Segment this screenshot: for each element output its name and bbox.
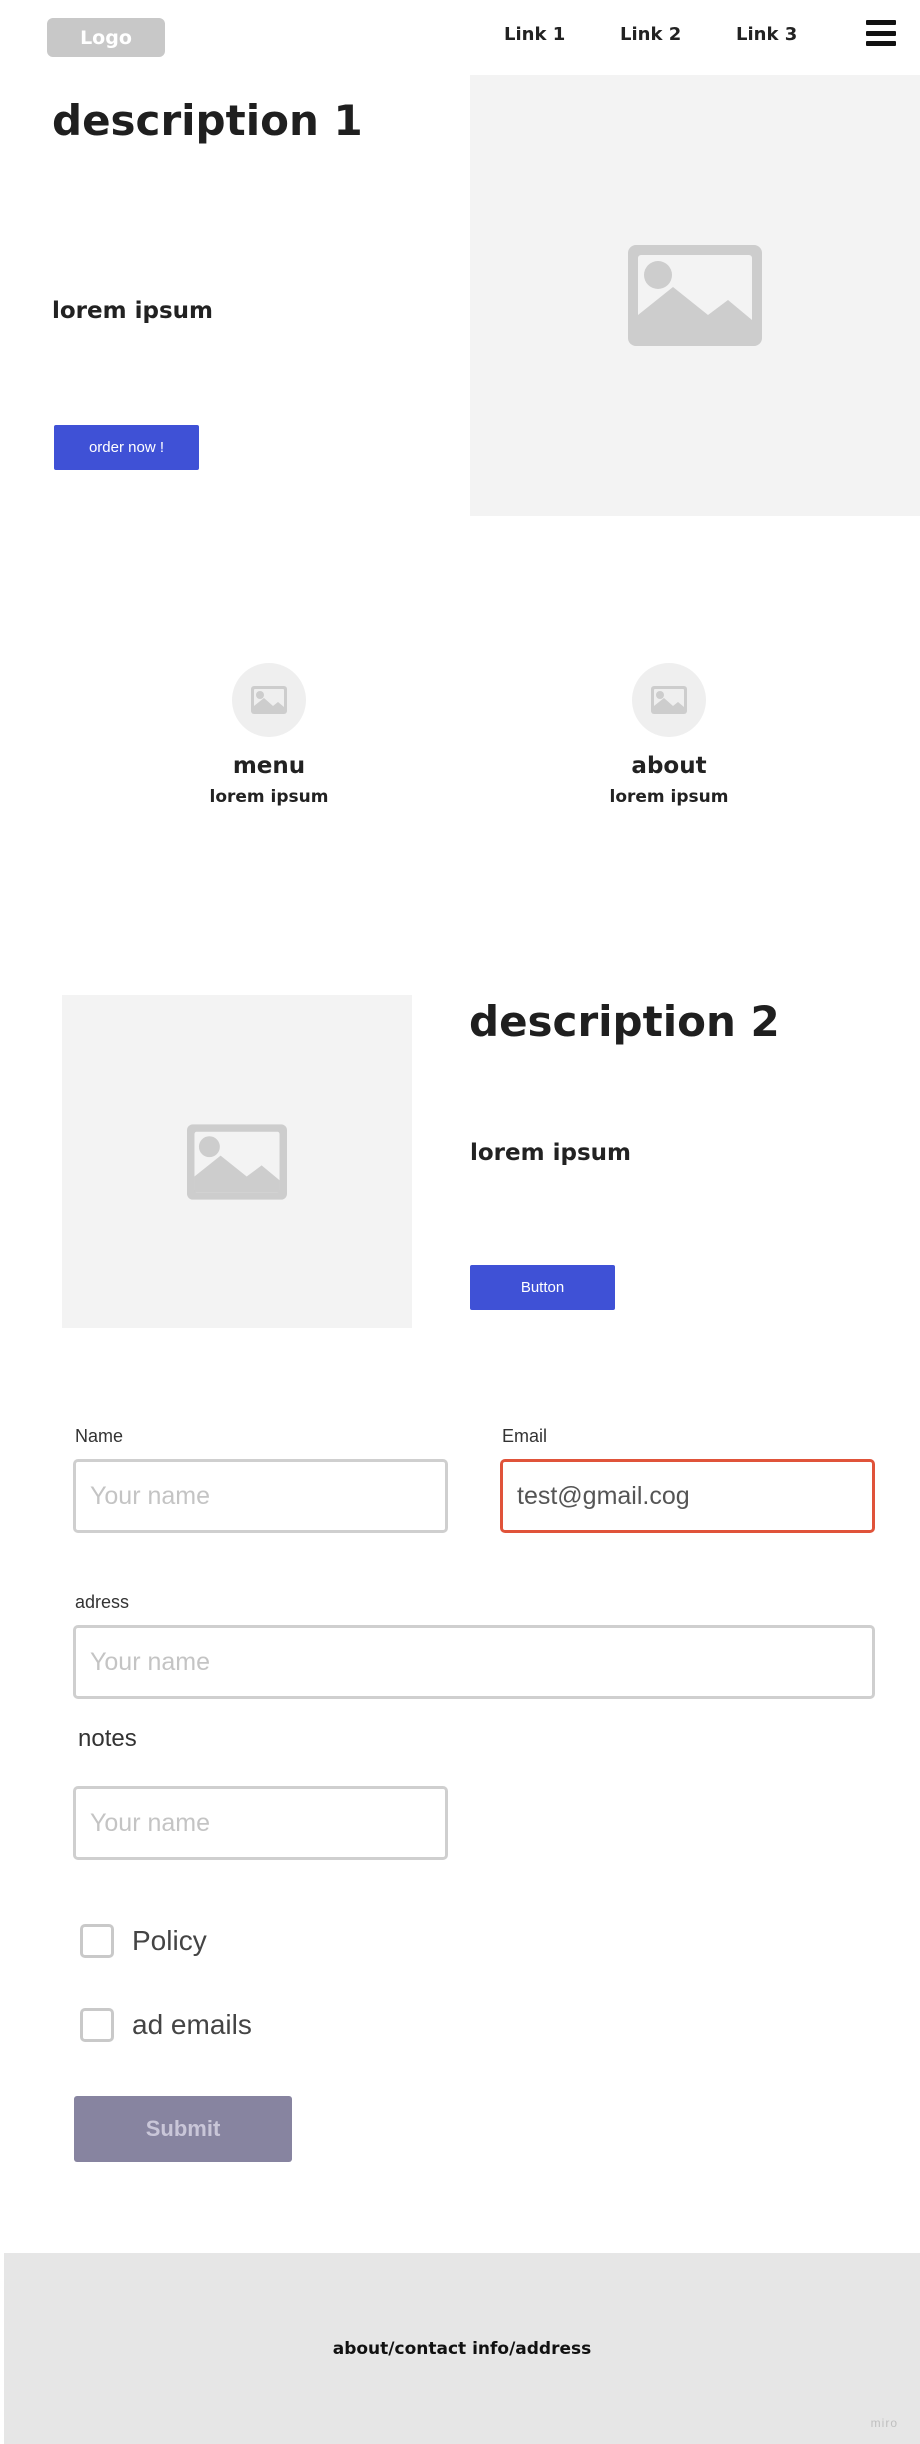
logo[interactable]: Logo: [47, 18, 165, 57]
policy-checkbox-label: Policy: [132, 1925, 207, 1956]
hamburger-icon[interactable]: [866, 18, 896, 48]
feature-menu-title: menu: [232, 753, 306, 779]
image-placeholder-icon: [628, 245, 762, 346]
section2-subtitle: lorem ipsum: [470, 1140, 631, 1166]
feature-menu-icon-wrap: [232, 663, 306, 737]
policy-checkbox-row[interactable]: Policy: [80, 1924, 207, 1958]
feature-about[interactable]: about lorem ipsum: [519, 663, 819, 807]
footer: about/contact info/address miro: [4, 2253, 920, 2444]
ad-emails-checkbox-label: ad emails: [132, 2009, 252, 2040]
nav-link-3[interactable]: Link 3: [736, 24, 797, 45]
image-icon: [651, 686, 687, 714]
image-icon: [251, 686, 287, 714]
order-now-button[interactable]: order now !: [54, 425, 199, 470]
name-input[interactable]: [73, 1459, 448, 1533]
address-input[interactable]: [73, 1625, 875, 1699]
submit-button[interactable]: Submit: [74, 2096, 292, 2162]
name-label: Name: [75, 1426, 124, 1446]
feature-menu[interactable]: menu lorem ipsum: [119, 663, 419, 807]
ad-emails-checkbox[interactable]: [80, 2008, 114, 2042]
hero-title: description 1: [52, 96, 363, 145]
hero-subtitle: lorem ipsum: [52, 298, 213, 324]
feature-about-icon-wrap: [632, 663, 706, 737]
policy-checkbox[interactable]: [80, 1924, 114, 1958]
section2-title: description 2: [469, 997, 780, 1046]
image-placeholder-icon: [187, 1123, 287, 1200]
nav-link-1[interactable]: Link 1: [504, 24, 565, 45]
feature-about-text: lorem ipsum: [609, 787, 729, 807]
email-label: Email: [502, 1426, 548, 1446]
notes-label: notes: [78, 1725, 137, 1752]
footer-text: about/contact info/address: [332, 2339, 592, 2359]
miro-watermark: miro: [870, 2416, 898, 2430]
address-label: adress: [75, 1592, 130, 1612]
feature-about-title: about: [631, 753, 707, 779]
notes-input[interactable]: [73, 1786, 448, 1860]
nav-link-2[interactable]: Link 2: [620, 24, 681, 45]
section2-button[interactable]: Button: [470, 1265, 615, 1310]
section2-image: [62, 995, 412, 1328]
email-input[interactable]: [500, 1459, 875, 1533]
hero-image: [470, 75, 920, 516]
ad-emails-checkbox-row[interactable]: ad emails: [80, 2008, 252, 2042]
feature-menu-text: lorem ipsum: [209, 787, 329, 807]
